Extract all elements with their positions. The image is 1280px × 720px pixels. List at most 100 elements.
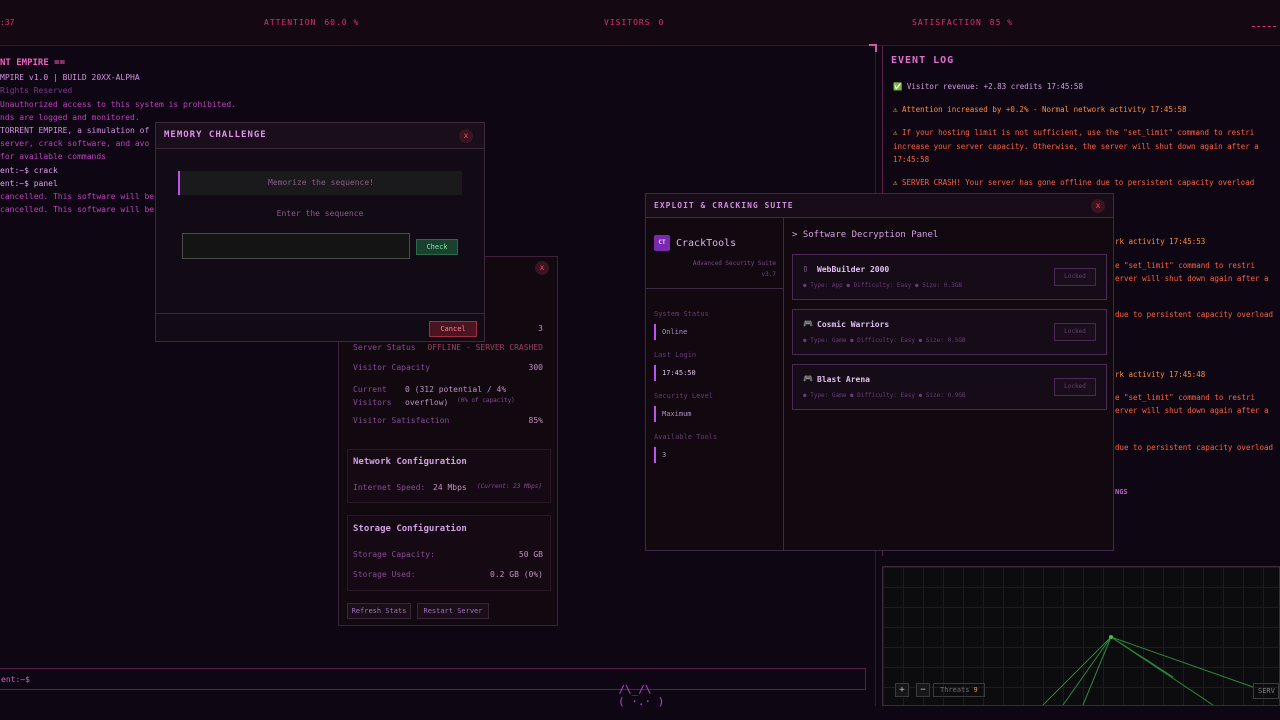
terminal-line: MPIRE v1.0 | BUILD 20XX-ALPHA bbox=[0, 73, 140, 82]
terminal-line: cancelled. This software will be bbox=[0, 205, 155, 214]
cracking-suite-window: EXPLOIT & CRACKING SUITE x CT CrackTools… bbox=[645, 193, 1114, 551]
system-status-value: Online bbox=[654, 324, 687, 340]
sequence-prompt: Enter the sequence bbox=[276, 209, 364, 218]
close-icon[interactable]: x bbox=[459, 129, 473, 143]
event-entry: ⚠ If your hosting limit is not sufficien… bbox=[893, 128, 1255, 137]
status-label: Server Status bbox=[353, 343, 416, 352]
brand-subtitle: Advanced Security Suite v3.7 bbox=[692, 260, 776, 278]
locked-button[interactable]: Locked bbox=[1054, 378, 1096, 396]
clock-text: :37 bbox=[0, 18, 15, 27]
network-title: Network Configuration bbox=[353, 457, 467, 467]
refresh-stats-button[interactable]: Refresh Stats bbox=[347, 603, 411, 619]
terminal-line: Rights Reserved bbox=[0, 86, 73, 95]
software-name: Cosmic Warriors bbox=[817, 320, 890, 329]
last-login-label: Last Login bbox=[654, 351, 697, 359]
window-title: EXPLOIT & CRACKING SUITE bbox=[654, 201, 794, 210]
satisfaction-stat: SATISFACTION 85 % bbox=[912, 18, 1014, 27]
zoom-out-button[interactable]: − bbox=[916, 683, 930, 697]
sidebar: CT CrackTools Advanced Security Suite v3… bbox=[646, 218, 784, 551]
software-name: Blast Arena bbox=[817, 375, 870, 384]
storage-used-label: Storage Used: bbox=[353, 570, 416, 579]
attention-stat: ATTENTION 60.0 % bbox=[264, 18, 360, 27]
warning-icon: ⚠ bbox=[893, 105, 898, 114]
app-icon: ▯ bbox=[803, 264, 808, 273]
top-status-bar: :37 ATTENTION 60.0 % VISITORS 0 SATISFACTI… bbox=[0, 0, 1280, 46]
storage-capacity-label: Storage Capacity: bbox=[353, 550, 435, 559]
storage-capacity-value: 50 GB bbox=[518, 550, 543, 559]
server-count-value: 3 bbox=[538, 324, 543, 333]
terminal-line: for available commands bbox=[0, 152, 106, 161]
storage-title: Storage Configuration bbox=[353, 524, 467, 534]
threats-counter: Threats 9 bbox=[933, 683, 985, 697]
settings-fragment: NGS bbox=[1115, 488, 1128, 496]
event-fragment: erver will shut down again after a bbox=[1115, 274, 1269, 283]
close-icon[interactable]: x bbox=[1091, 199, 1105, 213]
satisfaction-value: 85% bbox=[528, 416, 543, 425]
available-tools-label: Available Tools bbox=[654, 433, 718, 441]
check-button[interactable]: Check bbox=[416, 239, 458, 255]
modal-title: MEMORY CHALLENGE bbox=[164, 130, 267, 140]
capacity-label: Visitor Capacity bbox=[353, 363, 431, 372]
zoom-in-button[interactable]: + bbox=[895, 683, 909, 697]
satisfaction-label: Visitor Satisfaction bbox=[353, 416, 450, 425]
event-fragment: due to persistent capacity overload bbox=[1115, 443, 1274, 452]
terminal-input[interactable]: ent:~$ bbox=[0, 668, 866, 690]
current-visitors-label: Current Visitors bbox=[353, 385, 392, 407]
event-entry: ⚠ Attention increased by +0.2% - Normal … bbox=[893, 105, 1187, 114]
warning-icon: ⚠ bbox=[893, 178, 898, 187]
event-fragment: e "set_limit" command to restri bbox=[1115, 261, 1255, 270]
capacity-value: 300 bbox=[528, 363, 543, 372]
system-status-label: System Status bbox=[654, 310, 709, 318]
event-entry: ⚠ SERVER CRASH! Your server has gone off… bbox=[893, 178, 1255, 187]
visitors-stat: VISITORS 0 bbox=[604, 18, 665, 27]
current-visitors-note: (0% of capacity) bbox=[457, 397, 515, 404]
event-fragment: rk activity 17:45:53 bbox=[1115, 237, 1206, 246]
speed-current: (Current: 23 Mbps) bbox=[477, 483, 543, 490]
event-log-title: EVENT LOG bbox=[891, 55, 955, 66]
game-controller-icon: 🎮 bbox=[803, 374, 813, 383]
software-card: ▯ WebBuilder 2000 ● Type: App ● Difficul… bbox=[792, 254, 1107, 300]
last-login-value: 17:45:50 bbox=[654, 365, 696, 381]
terminal-prompt: ent:~$ bbox=[1, 675, 30, 684]
game-controller-icon: 🎮 bbox=[803, 319, 813, 328]
software-card: 🎮 Cosmic Warriors ● Type: Game ● Difficu… bbox=[792, 309, 1107, 355]
decorative-dashes bbox=[1252, 26, 1276, 29]
locked-button[interactable]: Locked bbox=[1054, 323, 1096, 341]
event-fragment: e "set_limit" command to restri bbox=[1115, 393, 1255, 402]
terminal-line: server, crack software, and avo bbox=[0, 139, 150, 148]
warning-icon: ⚠ bbox=[893, 128, 898, 137]
software-card: 🎮 Blast Arena ● Type: Game ● Difficulty:… bbox=[792, 364, 1107, 410]
event-fragment: due to persistent capacity overload bbox=[1115, 310, 1274, 319]
locked-button[interactable]: Locked bbox=[1054, 268, 1096, 286]
network-map[interactable]: + − Threats 9 SERV bbox=[882, 566, 1280, 706]
event-fragment: erver will shut down again after a bbox=[1115, 406, 1269, 415]
terminal-line: Unauthorized access to this system is pr… bbox=[0, 100, 237, 109]
restart-server-button[interactable]: Restart Server bbox=[417, 603, 489, 619]
storage-used-value: 0.2 GB (0%) bbox=[490, 570, 543, 579]
corner-accent bbox=[869, 44, 877, 52]
software-meta: ● Type: App ● Difficulty: Easy ● Size: 0… bbox=[803, 282, 962, 289]
event-continuation: increase your server capacity. Otherwise… bbox=[893, 142, 1259, 151]
event-fragment: rk activity 17:45:48 bbox=[1115, 370, 1206, 379]
sequence-display: Memorize the sequence! bbox=[178, 171, 462, 195]
memory-challenge-modal: MEMORY CHALLENGE x Memorize the sequence… bbox=[155, 122, 485, 342]
server-button[interactable]: SERV bbox=[1253, 683, 1279, 699]
close-icon[interactable]: x bbox=[535, 261, 549, 275]
current-visitors-value: 0 (312 potential / 4% overflow) bbox=[405, 385, 507, 407]
software-meta: ● Type: Game ● Difficulty: Easy ● Size: … bbox=[803, 337, 966, 344]
security-level-value: Maximum bbox=[654, 406, 692, 422]
status-value: OFFLINE - SERVER CRASHED bbox=[427, 343, 543, 352]
software-meta: ● Type: Game ● Difficulty: Easy ● Size: … bbox=[803, 392, 966, 399]
security-level-label: Security Level bbox=[654, 392, 714, 400]
speed-label: Internet Speed: bbox=[353, 483, 426, 492]
terminal-line: TORRENT EMPIRE, a simulation of bbox=[0, 126, 150, 135]
decryption-panel-title: > Software Decryption Panel bbox=[792, 230, 939, 240]
terminal-line: ent:~$ panel bbox=[0, 179, 58, 188]
event-continuation: 17:45:58 bbox=[893, 155, 930, 164]
divider bbox=[646, 288, 784, 289]
available-tools-value: 3 bbox=[654, 447, 666, 463]
terminal-line: ent:~$ crack bbox=[0, 166, 58, 175]
sequence-input[interactable] bbox=[182, 233, 410, 259]
software-name: WebBuilder 2000 bbox=[817, 265, 890, 274]
cancel-button[interactable]: Cancel bbox=[429, 321, 477, 337]
